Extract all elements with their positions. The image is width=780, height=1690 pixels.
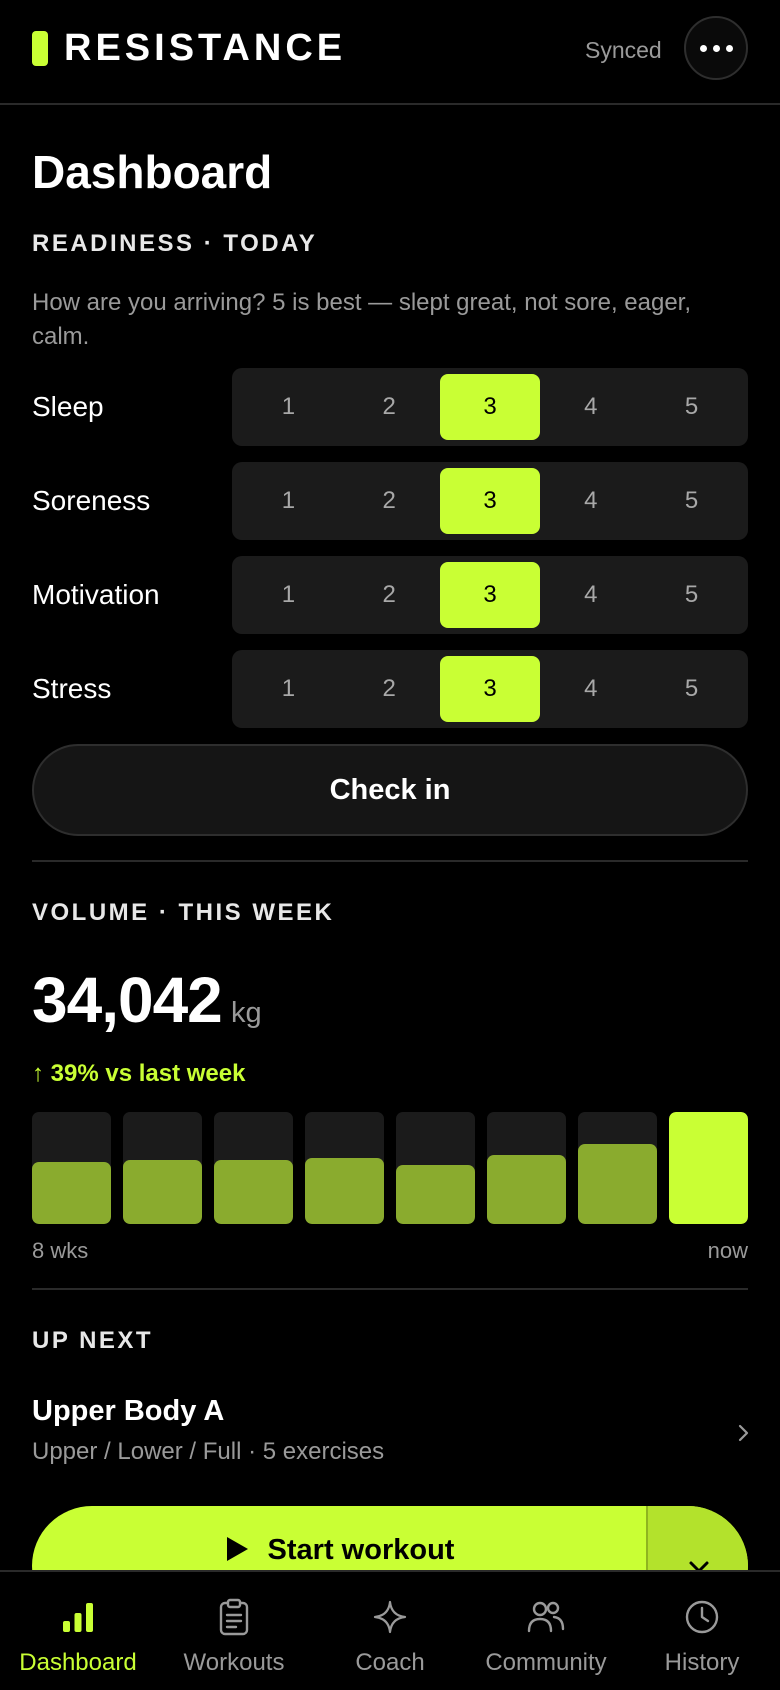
rating-option-5[interactable]: 5 xyxy=(641,468,742,534)
volume-bar-fill xyxy=(305,1158,384,1224)
rating-option-1[interactable]: 1 xyxy=(238,468,339,534)
rating-option-4[interactable]: 4 xyxy=(540,468,641,534)
rating-option-5[interactable]: 5 xyxy=(641,374,742,440)
volume-bar xyxy=(578,1112,657,1224)
volume-bar xyxy=(396,1112,475,1224)
rating-label: Stress xyxy=(32,673,112,704)
chevron-right-icon[interactable] xyxy=(734,1420,754,1446)
tab-history[interactable]: History xyxy=(624,1572,780,1690)
rating-option-3[interactable]: 3 xyxy=(439,656,541,722)
volume-bar xyxy=(487,1112,566,1224)
brand-mark xyxy=(32,31,48,66)
volume-bar xyxy=(214,1112,293,1224)
rating-option-1[interactable]: 1 xyxy=(238,562,339,628)
app-header: RESISTANCE Synced xyxy=(0,0,780,105)
rating-option-5[interactable]: 5 xyxy=(641,562,742,628)
volume-bar-fill xyxy=(578,1144,657,1224)
volume-section-label: VOLUME · THIS WEEK xyxy=(32,899,335,926)
more-dot-icon xyxy=(699,44,707,52)
more-options-button[interactable] xyxy=(684,16,748,80)
volume-bar-fill xyxy=(123,1160,202,1224)
more-dot-icon xyxy=(725,44,733,52)
volume-bar-fill xyxy=(32,1162,111,1224)
rating-option-1[interactable]: 1 xyxy=(238,374,339,440)
volume-bar-fill-current xyxy=(669,1112,748,1224)
bars-end-caption: now xyxy=(707,1238,748,1263)
people-icon xyxy=(527,1601,565,1633)
rating-option-2[interactable]: 2 xyxy=(339,656,440,722)
weekly-volume-bars xyxy=(32,1112,748,1224)
page-title: Dashboard xyxy=(32,146,273,198)
more-dot-icon xyxy=(712,44,720,52)
rating-segmented-control: 12345 xyxy=(232,650,748,728)
next-workout-title[interactable]: Upper Body A xyxy=(32,1392,224,1430)
start-workout-label: Start workout xyxy=(267,1534,455,1566)
rating-option-4[interactable]: 4 xyxy=(540,656,641,722)
tab-workouts[interactable]: Workouts xyxy=(156,1572,312,1690)
volume-bar-fill xyxy=(396,1165,475,1224)
tab-label: Coach xyxy=(355,1649,425,1676)
rating-option-1[interactable]: 1 xyxy=(238,656,339,722)
readiness-description: How are you arriving? 5 is best — slept … xyxy=(32,289,692,350)
volume-bar xyxy=(305,1112,384,1224)
volume-delta: ↑ 39% vs last week xyxy=(32,1060,246,1087)
tab-dashboard[interactable]: Dashboard xyxy=(0,1572,156,1690)
divider xyxy=(32,1288,748,1290)
rating-segmented-control: 12345 xyxy=(232,462,748,540)
rating-label: Soreness xyxy=(32,485,151,516)
clock-icon xyxy=(685,1600,719,1634)
rating-row-motivation: Motivation 1 2 3 4 5 xyxy=(32,556,748,634)
rating-option-3[interactable]: 3 xyxy=(439,468,541,534)
next-workout-subtitle: Upper / Lower / Full · 5 exercises xyxy=(32,1438,385,1465)
rating-label: Motivation xyxy=(32,579,160,610)
volume-bar-fill xyxy=(214,1160,293,1224)
sync-status: Synced xyxy=(585,37,662,63)
volume-bar-fill xyxy=(487,1155,566,1224)
bars-start-caption: 8 wks xyxy=(32,1238,89,1263)
rating-option-2[interactable]: 2 xyxy=(339,468,440,534)
volume-bar xyxy=(32,1112,111,1224)
rating-segmented-control: 12345 xyxy=(232,556,748,634)
rating-option-4[interactable]: 4 xyxy=(540,562,641,628)
volume-bar xyxy=(123,1112,202,1224)
rating-row-soreness: Soreness 1 2 3 4 5 xyxy=(32,462,748,540)
rating-label: Sleep xyxy=(32,391,104,422)
rating-option-3[interactable]: 3 xyxy=(439,374,541,440)
divider xyxy=(32,860,748,862)
bottom-tab-bar: Dashboard Workouts Coach Community Histo… xyxy=(0,1570,780,1688)
clipboard-icon xyxy=(219,1598,249,1636)
play-icon xyxy=(226,1537,248,1561)
brand-name: RESISTANCE xyxy=(64,27,347,69)
tab-coach[interactable]: Coach xyxy=(312,1572,468,1690)
tab-label: Workouts xyxy=(183,1649,285,1676)
up-next-section-label: UP NEXT xyxy=(32,1327,154,1354)
volume-unit: kg xyxy=(231,997,262,1029)
readiness-section-label: READINESS · TODAY xyxy=(32,230,318,257)
tab-label: History xyxy=(664,1649,740,1676)
tab-community[interactable]: Community xyxy=(468,1572,624,1690)
tab-label: Community xyxy=(485,1649,607,1676)
volume-bar xyxy=(669,1112,748,1224)
bar-chart-icon xyxy=(63,1603,93,1632)
rating-segmented-control: 12345 xyxy=(232,368,748,446)
rating-option-3[interactable]: 3 xyxy=(439,562,541,628)
rating-option-5[interactable]: 5 xyxy=(641,656,742,722)
volume-value: 34,042 xyxy=(32,964,223,1036)
rating-option-2[interactable]: 2 xyxy=(339,374,440,440)
tab-label: Dashboard xyxy=(19,1649,137,1676)
check-in-button[interactable]: Check in xyxy=(32,744,748,836)
sparkle-icon xyxy=(373,1600,407,1634)
rating-option-4[interactable]: 4 xyxy=(540,374,641,440)
rating-row-stress: Stress 1 2 3 4 5 xyxy=(32,650,748,728)
rating-option-2[interactable]: 2 xyxy=(339,562,440,628)
rating-row-sleep: Sleep 1 2 3 4 5 xyxy=(32,368,748,446)
